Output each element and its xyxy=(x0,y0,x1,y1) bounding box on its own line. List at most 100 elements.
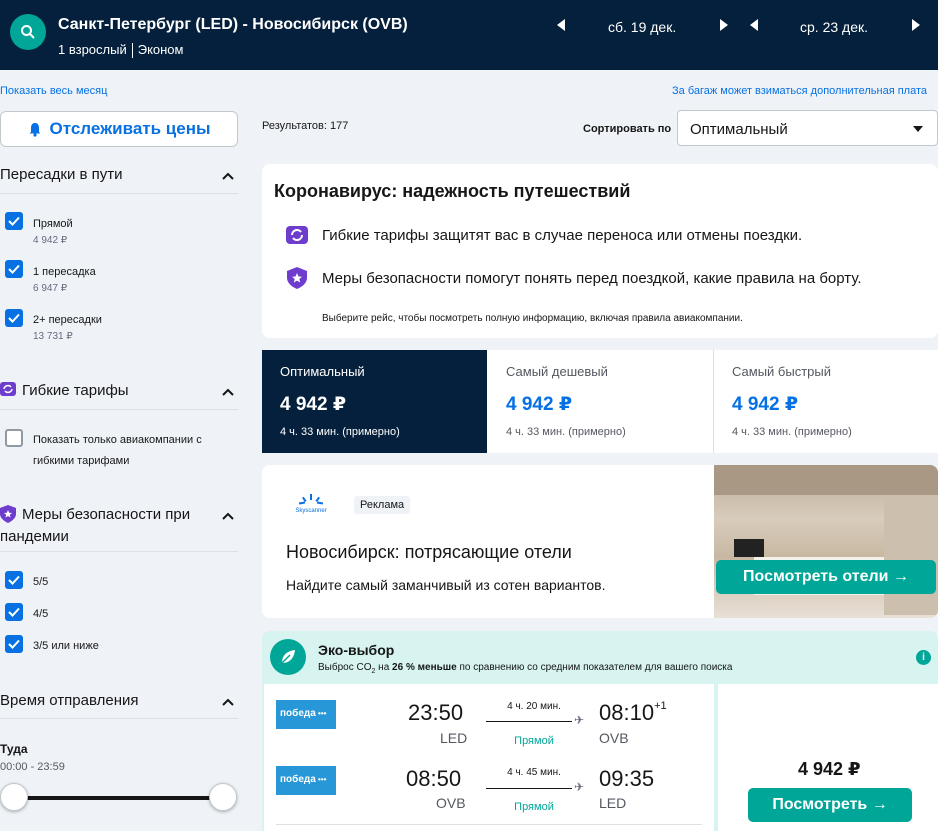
covid-flexible-text: Гибкие тарифы защитят вас в случае перен… xyxy=(322,227,803,244)
stops-direct-label: Прямой xyxy=(33,218,73,230)
return-date[interactable]: ср. 23 дек. xyxy=(800,19,868,35)
safety-filter-title-line1[interactable]: Меры безопасности при xyxy=(22,506,190,523)
checkmark-icon xyxy=(8,607,20,617)
divider xyxy=(276,824,702,825)
view-flight-button[interactable]: Посмотреть → xyxy=(748,788,912,822)
checkmark-icon xyxy=(8,313,20,323)
search-button[interactable] xyxy=(10,14,46,50)
eco-text-after: по сравнению со средним показателем для … xyxy=(456,662,733,673)
leg2-departure-time: 08:50 xyxy=(406,766,462,791)
hotel-ad-card[interactable]: Skyscanner Реклама Новосибирск: потрясаю… xyxy=(262,465,938,618)
covid-note: Выберите рейс, чтобы посмотреть полную и… xyxy=(322,313,743,324)
airline-name: победа xyxy=(280,708,316,719)
sort-select[interactable]: Оптимальный xyxy=(677,110,938,146)
plane-icon: ✈ xyxy=(574,713,585,727)
stops-direct-checkbox[interactable] xyxy=(5,212,23,230)
search-header: Санкт-Петербург (LED) - Новосибирск (OVB… xyxy=(0,0,938,70)
tab-cheapest-name: Самый дешевый xyxy=(506,364,608,379)
leg1-arrival-airport: OVB xyxy=(599,730,629,746)
flight-result-card[interactable]: победа ••• 23:50 LED 4 ч. 20 мин. ✈ Прям… xyxy=(264,684,714,831)
leaf-icon xyxy=(270,639,306,675)
chevron-up-icon[interactable] xyxy=(222,512,234,520)
flight-price: 4 942 ₽ xyxy=(798,759,861,779)
price-panel: 4 942 ₽ Посмотреть → xyxy=(718,684,938,831)
departure-time-slider-min-handle[interactable] xyxy=(0,783,28,811)
depart-date[interactable]: сб. 19 дек. xyxy=(608,19,676,35)
leg2-route-line xyxy=(486,788,572,789)
departure-leg-label: Туда xyxy=(0,742,28,756)
departure-time-slider-max-handle[interactable] xyxy=(209,783,237,811)
divider xyxy=(0,409,238,410)
hotel-room-image xyxy=(714,465,938,618)
prev-depart-date-arrow-icon[interactable] xyxy=(557,19,565,31)
stops-direct-price: 4 942 ₽ xyxy=(33,235,68,246)
track-prices-button[interactable]: Отслеживать цены xyxy=(0,111,238,147)
ad-headline: Новосибирск: потрясающие отели xyxy=(286,542,572,562)
eco-title: Эко-выбор xyxy=(318,642,395,658)
flexible-fare-icon xyxy=(0,382,16,396)
eco-text-before: Выброс CO xyxy=(318,662,372,673)
next-return-date-arrow-icon[interactable] xyxy=(912,19,920,31)
chevron-up-icon[interactable] xyxy=(222,388,234,396)
safety-4-checkbox[interactable] xyxy=(5,603,23,621)
airline-logo: победа ••• xyxy=(276,766,336,795)
sort-tabs: Оптимальный 4 942 ₽ 4 ч. 33 мин. (пример… xyxy=(262,350,938,453)
tab-cheapest[interactable]: Самый дешевый 4 942 ₽ 4 ч. 33 мин. (прим… xyxy=(488,350,714,453)
covid-card-title: Коронавирус: надежность путешествий xyxy=(274,181,631,201)
checkmark-icon xyxy=(8,575,20,585)
stops-two-plus-price: 13 731 ₽ xyxy=(33,331,73,342)
safety-3-checkbox[interactable] xyxy=(5,635,23,653)
safety-filter-title-line2: пандемии xyxy=(0,528,69,545)
safety-5-label: 5/5 xyxy=(33,576,49,588)
tab-fastest-duration: 4 ч. 33 мин. (примерно) xyxy=(732,426,852,438)
leg1-arrival-time: 08:10 xyxy=(599,700,655,725)
eco-description: Выброс CO2 на 26 % меньше по сравнению с… xyxy=(318,662,732,675)
safety-3-label: 3/5 или ниже xyxy=(33,640,99,652)
flexible-only-label-line2: гибкими тарифами xyxy=(33,455,130,467)
passenger-summary[interactable]: 1 взрослый Эконом xyxy=(58,42,183,59)
safety-5-checkbox[interactable] xyxy=(5,571,23,589)
divider xyxy=(0,193,238,194)
ad-badge: Реклама xyxy=(354,496,411,514)
view-hotels-button[interactable]: Посмотреть отели → xyxy=(716,560,936,594)
flexible-only-checkbox[interactable] xyxy=(5,429,23,447)
stops-filter-title[interactable]: Пересадки в пути xyxy=(0,166,123,183)
baggage-fee-link[interactable]: За багаж может взиматься дополнительная … xyxy=(672,85,927,97)
leg2-departure-airport: OVB xyxy=(436,795,466,811)
next-depart-date-arrow-icon[interactable] xyxy=(720,19,728,31)
sort-value: Оптимальный xyxy=(690,121,788,138)
stops-two-plus-label: 2+ пересадки xyxy=(33,314,102,326)
route-title[interactable]: Санкт-Петербург (LED) - Новосибирск (OVB… xyxy=(58,16,408,34)
tab-best-duration: 4 ч. 33 мин. (примерно) xyxy=(280,426,400,438)
stops-one-price: 6 947 ₽ xyxy=(33,283,68,294)
shield-icon xyxy=(0,505,16,523)
leg2-duration: 4 ч. 45 мин. xyxy=(507,767,561,778)
leg1-arrival: 08:10+1 xyxy=(599,700,667,726)
info-icon[interactable]: i xyxy=(916,650,931,665)
stops-two-plus-checkbox[interactable] xyxy=(5,309,23,327)
divider xyxy=(131,43,133,59)
tab-best[interactable]: Оптимальный 4 942 ₽ 4 ч. 33 мин. (пример… xyxy=(262,350,487,453)
departure-time-title[interactable]: Время отправления xyxy=(0,692,139,709)
eco-text-bold: 26 % меньше xyxy=(392,662,457,673)
departure-time-slider-track[interactable] xyxy=(12,796,224,800)
search-icon xyxy=(21,25,35,39)
skyscanner-logo: Skyscanner xyxy=(295,494,327,514)
checkmark-icon xyxy=(8,639,20,649)
bell-icon xyxy=(29,122,41,137)
chevron-up-icon[interactable] xyxy=(222,172,234,180)
airline-logo: победа ••• xyxy=(276,700,336,729)
leg1-route-line xyxy=(486,721,572,722)
tab-best-price: 4 942 ₽ xyxy=(280,394,347,415)
show-month-link[interactable]: Показать весь месяц xyxy=(0,85,107,97)
prev-return-date-arrow-icon[interactable] xyxy=(750,19,758,31)
leg1-duration: 4 ч. 20 мин. xyxy=(507,701,561,712)
chevron-up-icon[interactable] xyxy=(222,698,234,706)
flexible-filter-title[interactable]: Гибкие тарифы xyxy=(22,382,129,399)
eco-text-mid: на xyxy=(375,662,393,673)
tab-fastest[interactable]: Самый быстрый 4 942 ₽ 4 ч. 33 мин. (прим… xyxy=(714,350,938,453)
divider xyxy=(0,551,238,552)
shield-icon xyxy=(287,267,307,289)
airline-name: победа xyxy=(280,774,316,785)
stops-one-checkbox[interactable] xyxy=(5,260,23,278)
